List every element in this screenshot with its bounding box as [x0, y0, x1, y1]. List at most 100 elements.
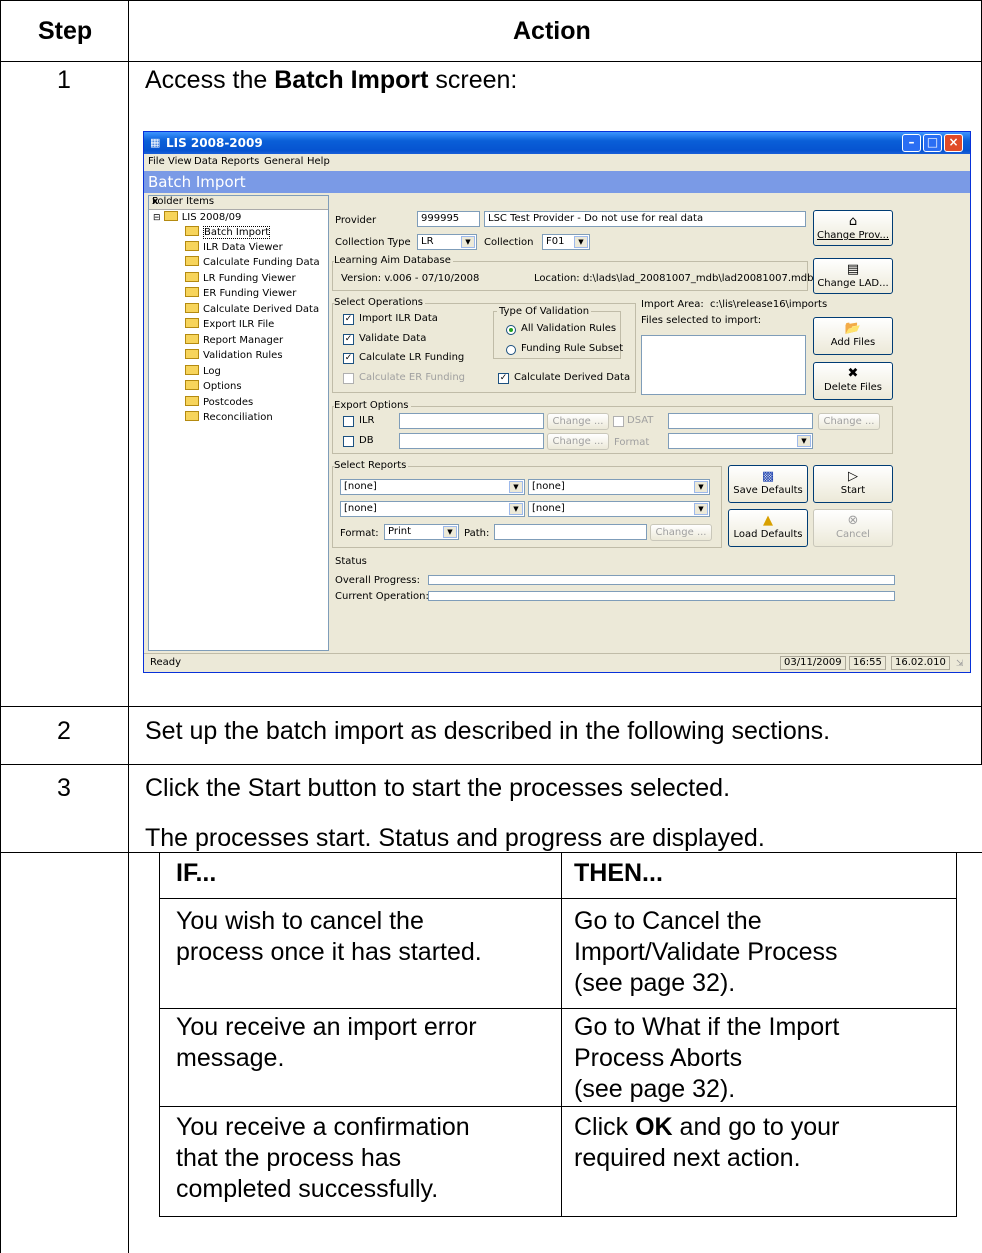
- maximize-button[interactable]: □: [923, 134, 942, 152]
- resize-grip-icon[interactable]: ⇲: [956, 659, 964, 669]
- if-table-mid: [561, 853, 562, 1217]
- export-format-label: Format: [614, 437, 650, 448]
- report-path-field[interactable]: [494, 524, 647, 540]
- folder-icon: [185, 365, 199, 375]
- tree-item[interactable]: Log: [185, 365, 221, 377]
- collection-value: F01: [546, 236, 565, 247]
- export-db-change-button[interactable]: Change ...: [547, 433, 609, 450]
- status-date: 03/11/2009: [780, 656, 846, 670]
- calc-er-checkbox[interactable]: [343, 373, 354, 384]
- tree-item[interactable]: Calculate Funding Data: [185, 256, 320, 268]
- report-format-select[interactable]: Print ▼: [384, 524, 459, 540]
- menu-reports[interactable]: Reports: [221, 156, 259, 167]
- load-defaults-button[interactable]: ▲ Load Defaults: [728, 509, 808, 547]
- import-ilr-label: Import ILR Data: [359, 313, 438, 324]
- funding-subset-radio[interactable]: [506, 345, 516, 355]
- save-defaults-label: Save Defaults: [733, 485, 803, 496]
- tree-item-label: ILR Data Viewer: [203, 242, 283, 253]
- folder-icon: [185, 241, 199, 251]
- provider-name-field[interactable]: LSC Test Provider - Do not use for real …: [484, 211, 806, 227]
- collapse-icon[interactable]: ⊟: [153, 213, 161, 223]
- tree-item[interactable]: Validation Rules: [185, 349, 283, 361]
- menu-general[interactable]: General: [264, 156, 303, 167]
- table-column-divider: [128, 0, 129, 1253]
- save-defaults-button[interactable]: ▩ Save Defaults: [728, 465, 808, 503]
- minimize-button[interactable]: –: [902, 134, 921, 152]
- menu-data[interactable]: Data: [194, 156, 218, 167]
- export-ilr-checkbox[interactable]: [343, 416, 354, 427]
- banner-title: Batch Import: [148, 173, 246, 191]
- provider-code-field[interactable]: 999995: [417, 211, 480, 227]
- tree-item-label: Log: [203, 366, 221, 377]
- tree-item[interactable]: Report Manager: [185, 334, 283, 346]
- collection-select[interactable]: F01 ▼: [542, 234, 590, 250]
- if-cell: completed successfully.: [176, 1175, 439, 1203]
- add-files-button[interactable]: 📂 Add Files: [813, 317, 893, 355]
- report-select-3[interactable]: [none] ▼: [340, 501, 525, 517]
- start-button[interactable]: ▷ Start: [813, 465, 893, 503]
- calc-lr-label: Calculate LR Funding: [359, 352, 465, 363]
- start-icon: ▷: [848, 469, 858, 484]
- if-cell: You receive an import error: [176, 1013, 477, 1041]
- tree-item[interactable]: ER Funding Viewer: [185, 287, 296, 299]
- export-ilr-change-button[interactable]: Change ...: [547, 413, 609, 430]
- menu-help[interactable]: Help: [307, 156, 330, 167]
- tree-root[interactable]: ⊟ LIS 2008/09: [153, 211, 241, 223]
- step1-bold: Batch Import: [274, 66, 429, 94]
- chevron-down-icon: ▼: [443, 526, 457, 538]
- calc-lr-checkbox[interactable]: ✓: [343, 353, 354, 364]
- delete-files-button[interactable]: ✖ Delete Files: [813, 362, 893, 400]
- cancel-label: Cancel: [836, 529, 870, 540]
- change-provider-button[interactable]: ⌂ Change Prov...: [813, 210, 893, 246]
- report-select-2[interactable]: [none] ▼: [528, 479, 710, 495]
- report-path-change-button[interactable]: Change ...: [650, 524, 712, 541]
- export-format-select[interactable]: ▼: [668, 433, 813, 449]
- menu-view[interactable]: View: [168, 156, 192, 167]
- report-select-1[interactable]: [none] ▼: [340, 479, 525, 495]
- tree-item[interactable]: Options: [185, 380, 242, 392]
- header-row-divider: [0, 61, 982, 62]
- export-options-label: Export Options: [334, 400, 411, 411]
- change-lad-button[interactable]: ▤ Change LAD...: [813, 258, 893, 294]
- tree-close-icon[interactable]: x: [152, 196, 325, 207]
- tree-item-batch-import[interactable]: Batch Import: [185, 226, 271, 239]
- import-ilr-checkbox[interactable]: ✓: [343, 314, 354, 325]
- change-lad-label: Change LAD...: [817, 278, 889, 289]
- export-db-checkbox[interactable]: [343, 436, 354, 447]
- report-select-4[interactable]: [none] ▼: [528, 501, 710, 517]
- export-ilr-path[interactable]: [399, 413, 544, 429]
- tree-item[interactable]: ILR Data Viewer: [185, 241, 283, 253]
- validate-data-checkbox[interactable]: ✓: [343, 334, 354, 345]
- row-divider-1: [0, 706, 982, 707]
- then-cell: Process Aborts: [574, 1044, 743, 1072]
- tree-item[interactable]: Export ILR File: [185, 318, 274, 330]
- reports-group-label: Select Reports: [334, 460, 409, 471]
- files-list[interactable]: [641, 335, 806, 395]
- chevron-down-icon: ▼: [694, 481, 708, 493]
- export-db-path[interactable]: [399, 433, 544, 449]
- then-cell: Go to Cancel the: [574, 907, 762, 935]
- folder-tree[interactable]: Folder Items x ⊟ LIS 2008/09 Batch Import…: [148, 195, 329, 651]
- close-button[interactable]: ×: [944, 134, 963, 152]
- menu-file[interactable]: File: [148, 156, 165, 167]
- tree-item[interactable]: Postcodes: [185, 396, 253, 408]
- export-dsat-path[interactable]: [668, 413, 813, 429]
- tree-item[interactable]: LR Funding Viewer: [185, 272, 296, 284]
- export-dsat-checkbox[interactable]: [613, 416, 624, 427]
- funding-subset-label: Funding Rule Subset: [521, 343, 624, 354]
- chevron-down-icon: ▼: [509, 481, 523, 493]
- overall-progress-label: Overall Progress:: [335, 575, 420, 586]
- if-row-3: [159, 1106, 957, 1107]
- tree-item[interactable]: Reconciliation: [185, 411, 273, 423]
- collection-type-select[interactable]: LR ▼: [417, 234, 477, 250]
- cancel-button[interactable]: ⊗ Cancel: [813, 509, 893, 547]
- all-rules-radio[interactable]: [506, 325, 516, 335]
- export-dsat-change-button[interactable]: Change ...: [818, 413, 880, 430]
- folder-icon: [185, 318, 199, 328]
- tree-item[interactable]: Calculate Derived Data: [185, 303, 319, 315]
- calc-derived-checkbox[interactable]: ✓: [498, 373, 509, 384]
- chevron-down-icon: ▼: [797, 435, 811, 447]
- folder-icon: [185, 349, 199, 359]
- report-format-label: Format:: [340, 528, 379, 539]
- then-cell: Go to What if the Import: [574, 1013, 840, 1041]
